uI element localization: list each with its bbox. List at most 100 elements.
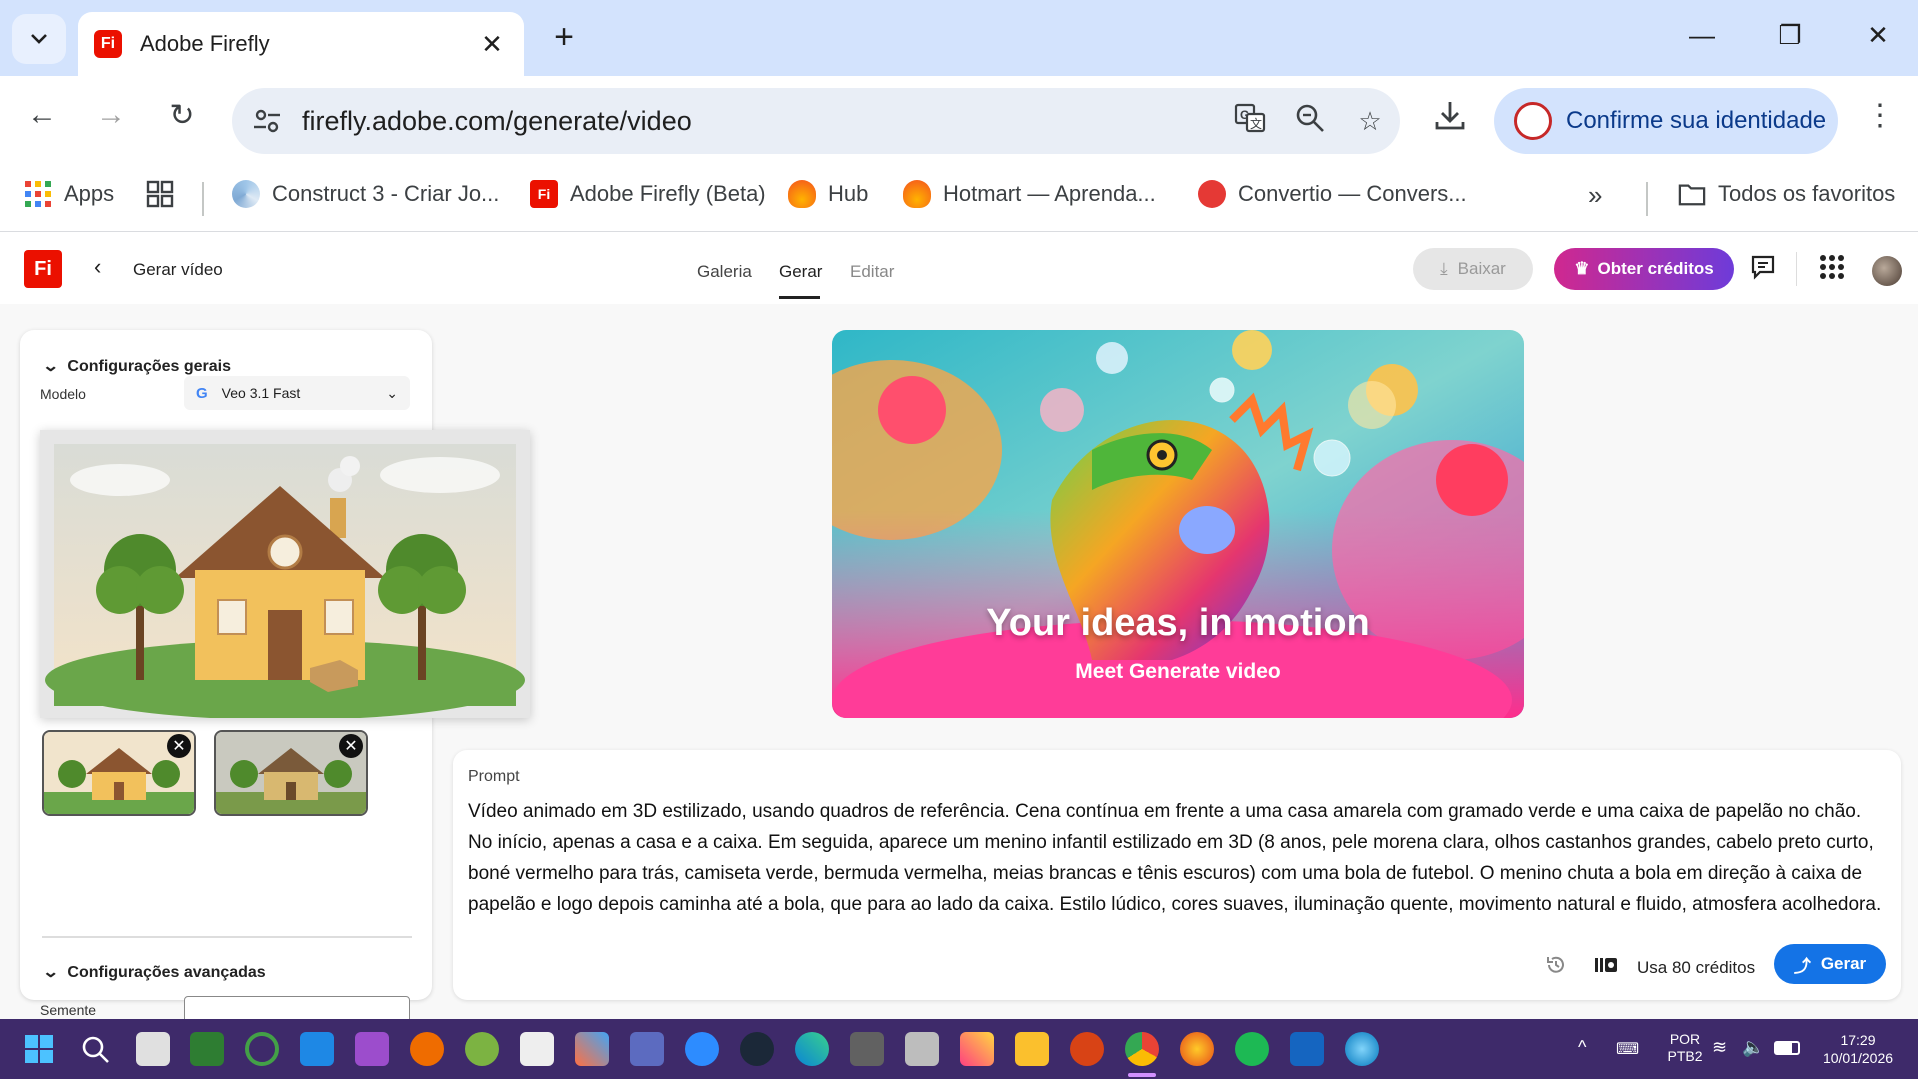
remove-thumbnail-2-icon[interactable]: ✕	[339, 734, 363, 758]
generate-button[interactable]: ⤴ Gerar	[1774, 944, 1886, 984]
address-bar[interactable]: firefly.adobe.com/generate/video G文 ☆	[232, 88, 1400, 154]
downloads-icon[interactable]	[1428, 98, 1472, 140]
bookmark-separator	[1646, 182, 1648, 216]
stacked-app-icon[interactable]	[355, 1032, 389, 1066]
credits-label: Obter créditos	[1597, 259, 1714, 278]
globe-app-icon[interactable]	[1345, 1032, 1379, 1066]
app-ring-icon[interactable]	[245, 1032, 279, 1066]
android-app-icon[interactable]	[465, 1032, 499, 1066]
remove-thumbnail-1-icon[interactable]: ✕	[167, 734, 191, 758]
teams-icon[interactable]	[630, 1032, 664, 1066]
folder-icon	[1678, 184, 1706, 206]
download-button[interactable]: ⤓ Baixar	[1413, 248, 1533, 290]
convertio-favicon-icon	[1198, 180, 1226, 208]
site-settings-icon[interactable]	[252, 106, 282, 136]
generate-label: Gerar	[1820, 954, 1867, 973]
bookmark-hub[interactable]: Hub	[788, 180, 868, 208]
forward-arrow-icon[interactable]: →	[89, 98, 133, 132]
active-tab-indicator	[779, 296, 820, 299]
bookmark-label: Construct 3 - Criar Jo...	[272, 181, 500, 206]
profile-verify-button[interactable]: Confirme sua identidade	[1494, 88, 1838, 154]
tab-groups-icon[interactable]	[146, 180, 174, 208]
construct-favicon-icon	[232, 180, 260, 208]
clock[interactable]: 17:29 10/01/2026	[1808, 1031, 1908, 1067]
prompt-textarea[interactable]: Vídeo animado em 3D estilizado, usando q…	[468, 796, 1888, 920]
browser-tab-active[interactable]: Fi Adobe Firefly ✕	[78, 12, 524, 76]
copilot-icon[interactable]	[575, 1032, 609, 1066]
download-icon: ⤓	[1440, 259, 1448, 278]
profile-avatar-icon	[1514, 102, 1552, 140]
prompt-card: Prompt Vídeo animado em 3D estilizado, u…	[453, 750, 1901, 1000]
chevron-down-icon: ⌄	[386, 384, 398, 401]
all-bookmarks-folder[interactable]: Todos os favoritos	[1678, 180, 1895, 208]
tool-app-icon[interactable]	[850, 1032, 884, 1066]
tab-search-button[interactable]	[12, 14, 66, 64]
vscode-icon[interactable]	[300, 1032, 334, 1066]
wifi-icon[interactable]: ≋	[1712, 1037, 1727, 1058]
user-avatar[interactable]	[1872, 256, 1902, 286]
bookmark-hotmart[interactable]: Hotmart — Aprenda...	[903, 180, 1156, 208]
svg-text:文: 文	[1250, 116, 1262, 131]
bookmark-construct[interactable]: Construct 3 - Criar Jo...	[232, 180, 499, 208]
prompt-label: Prompt	[468, 768, 520, 785]
more-menu-icon[interactable]: ⋮	[1858, 98, 1902, 133]
language-indicator[interactable]: POR PTB2	[1660, 1031, 1710, 1065]
tab-editar[interactable]: Editar	[850, 262, 894, 282]
search-icon[interactable]	[80, 1034, 110, 1064]
tab-close-icon[interactable]: ✕	[476, 29, 508, 60]
bookmark-apps[interactable]: Apps	[24, 180, 114, 208]
firefox-icon[interactable]	[1180, 1032, 1214, 1066]
windows-start-icon[interactable]	[24, 1034, 54, 1064]
task-view-icon[interactable]	[136, 1032, 170, 1066]
all-favorites-label: Todos os favoritos	[1718, 181, 1896, 206]
advanced-settings-header[interactable]: ⌄ Configurações avançadas	[42, 962, 266, 982]
bookmark-convertio[interactable]: Convertio — Convers...	[1198, 180, 1467, 208]
history-icon[interactable]	[1545, 954, 1567, 982]
tab-gerar[interactable]: Gerar	[779, 262, 822, 282]
bookmark-star-icon[interactable]: ☆	[1340, 106, 1400, 137]
zoom-icon[interactable]	[1280, 103, 1340, 140]
back-chevron-icon[interactable]: ‹	[94, 254, 101, 280]
zoom-icon[interactable]	[685, 1032, 719, 1066]
drawing-app-icon[interactable]	[520, 1032, 554, 1066]
general-settings-header[interactable]: ⌄ Configurações gerais	[42, 356, 231, 376]
steam-icon[interactable]	[740, 1032, 774, 1066]
printer-app-icon[interactable]	[905, 1032, 939, 1066]
firefly-logo-icon[interactable]: Fi	[24, 250, 62, 288]
tray-chevron-up-icon[interactable]: ^	[1578, 1037, 1586, 1058]
restore-button[interactable]: ❐	[1770, 20, 1810, 51]
bookmark-firefly[interactable]: Fi Adobe Firefly (Beta)	[530, 180, 766, 208]
url-text: firefly.adobe.com/generate/video	[302, 105, 692, 136]
back-arrow-icon[interactable]: ←	[20, 98, 64, 132]
feedback-chat-icon[interactable]	[1750, 254, 1776, 287]
close-window-button[interactable]: ✕	[1858, 20, 1898, 51]
file-explorer-icon[interactable]	[1015, 1032, 1049, 1066]
new-tab-button[interactable]: +	[544, 18, 584, 57]
hero-subtitle: Meet Generate video	[1075, 660, 1281, 683]
hotmart-flame-icon	[903, 180, 931, 208]
more-bookmarks-chevron-icon[interactable]: »	[1588, 180, 1602, 211]
keyboard-icon[interactable]: ⌨	[1616, 1039, 1639, 1059]
orange-app-icon[interactable]	[410, 1032, 444, 1066]
language-code: POR	[1669, 1031, 1701, 1047]
firefly-favicon-icon: Fi	[530, 180, 558, 208]
volume-icon[interactable]: 🔈	[1742, 1037, 1764, 1058]
edge-icon[interactable]	[795, 1032, 829, 1066]
battery-icon[interactable]	[1774, 1041, 1800, 1055]
reference-frame-preview	[40, 430, 530, 720]
word-icon[interactable]	[1290, 1032, 1324, 1066]
kaspersky-icon[interactable]	[190, 1032, 224, 1066]
app-switcher-icon[interactable]	[1819, 254, 1845, 287]
paw-app-icon[interactable]	[1070, 1032, 1104, 1066]
header-divider	[1796, 252, 1797, 286]
bookmark-separator	[202, 182, 204, 216]
reload-icon[interactable]: ↻	[160, 98, 204, 133]
photo-app-icon[interactable]	[960, 1032, 994, 1066]
translate-icon[interactable]: G文	[1220, 103, 1280, 140]
spotify-icon[interactable]	[1235, 1032, 1269, 1066]
get-credits-button[interactable]: ♛ Obter créditos	[1554, 248, 1734, 290]
chrome-icon[interactable]	[1125, 1032, 1159, 1066]
model-dropdown[interactable]: G Veo 3.1 Fast ⌄	[184, 376, 410, 410]
tab-galeria[interactable]: Galeria	[697, 262, 752, 282]
minimize-button[interactable]: —	[1682, 20, 1722, 51]
